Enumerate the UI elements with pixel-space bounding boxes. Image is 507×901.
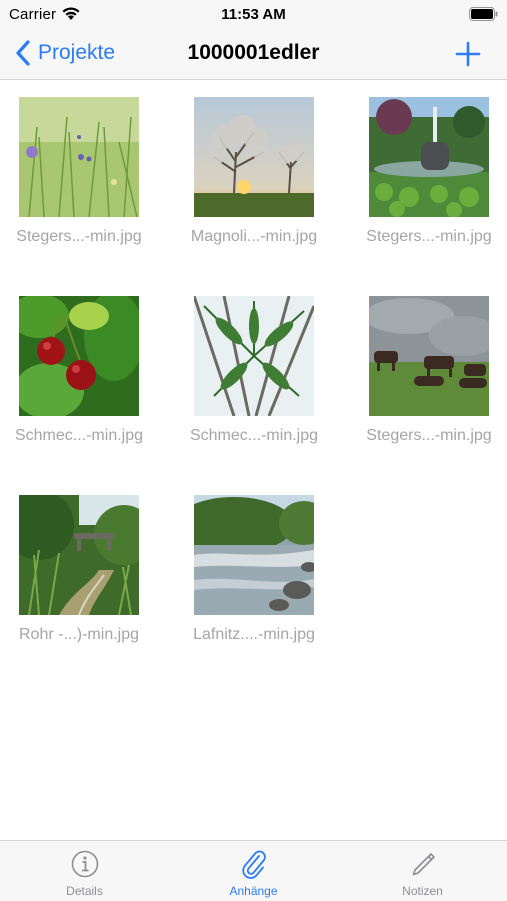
status-time: 11:53 AM	[221, 6, 286, 23]
attachment-filename: Schmec...-min.jpg	[189, 427, 319, 444]
river-rapids-thumbnail	[194, 495, 314, 615]
tab-notes-label: Notizen	[402, 884, 443, 898]
park-fountain-thumbnail	[369, 97, 489, 217]
info-icon	[71, 850, 99, 878]
battery-icon	[469, 7, 498, 21]
status-bar: Carrier 11:53 AM	[0, 0, 507, 28]
navigation-bar: Projekte 1000001edler	[0, 28, 507, 80]
attachment-filename: Stegers...-min.jpg	[366, 228, 492, 245]
attachment-filename: Stegers...-min.jpg	[16, 228, 142, 245]
tab-bar: Details Anhänge Notizen	[0, 840, 507, 901]
attachment-filename: Schmec...-min.jpg	[14, 427, 144, 444]
fern-canopy-thumbnail	[194, 296, 314, 416]
add-icon[interactable]	[453, 39, 483, 69]
trees-sunset-thumbnail	[194, 97, 314, 217]
cherries-thumbnail	[19, 296, 139, 416]
attachment-filename: Lafnitz....-min.jpg	[193, 626, 315, 643]
attachment-filename: Rohr -...)-min.jpg	[18, 626, 140, 643]
tab-attachments[interactable]: Anhänge	[169, 841, 338, 901]
page-title: 1000001edler	[187, 41, 320, 64]
paperclip-icon	[242, 850, 266, 879]
tab-details[interactable]: Details	[0, 841, 169, 901]
tab-attachments-label: Anhänge	[229, 884, 278, 898]
tab-notes[interactable]: Notizen	[338, 841, 507, 901]
meadow-thumbnail	[19, 97, 139, 217]
attachment-filename: Magnoli...-min.jpg	[190, 228, 318, 245]
tab-details-label: Details	[66, 884, 103, 898]
cattle-pasture-thumbnail	[369, 296, 489, 416]
pencil-icon	[412, 853, 435, 876]
creek-bridge-thumbnail	[19, 495, 139, 615]
attachment-filename: Stegers...-min.jpg	[366, 427, 492, 444]
